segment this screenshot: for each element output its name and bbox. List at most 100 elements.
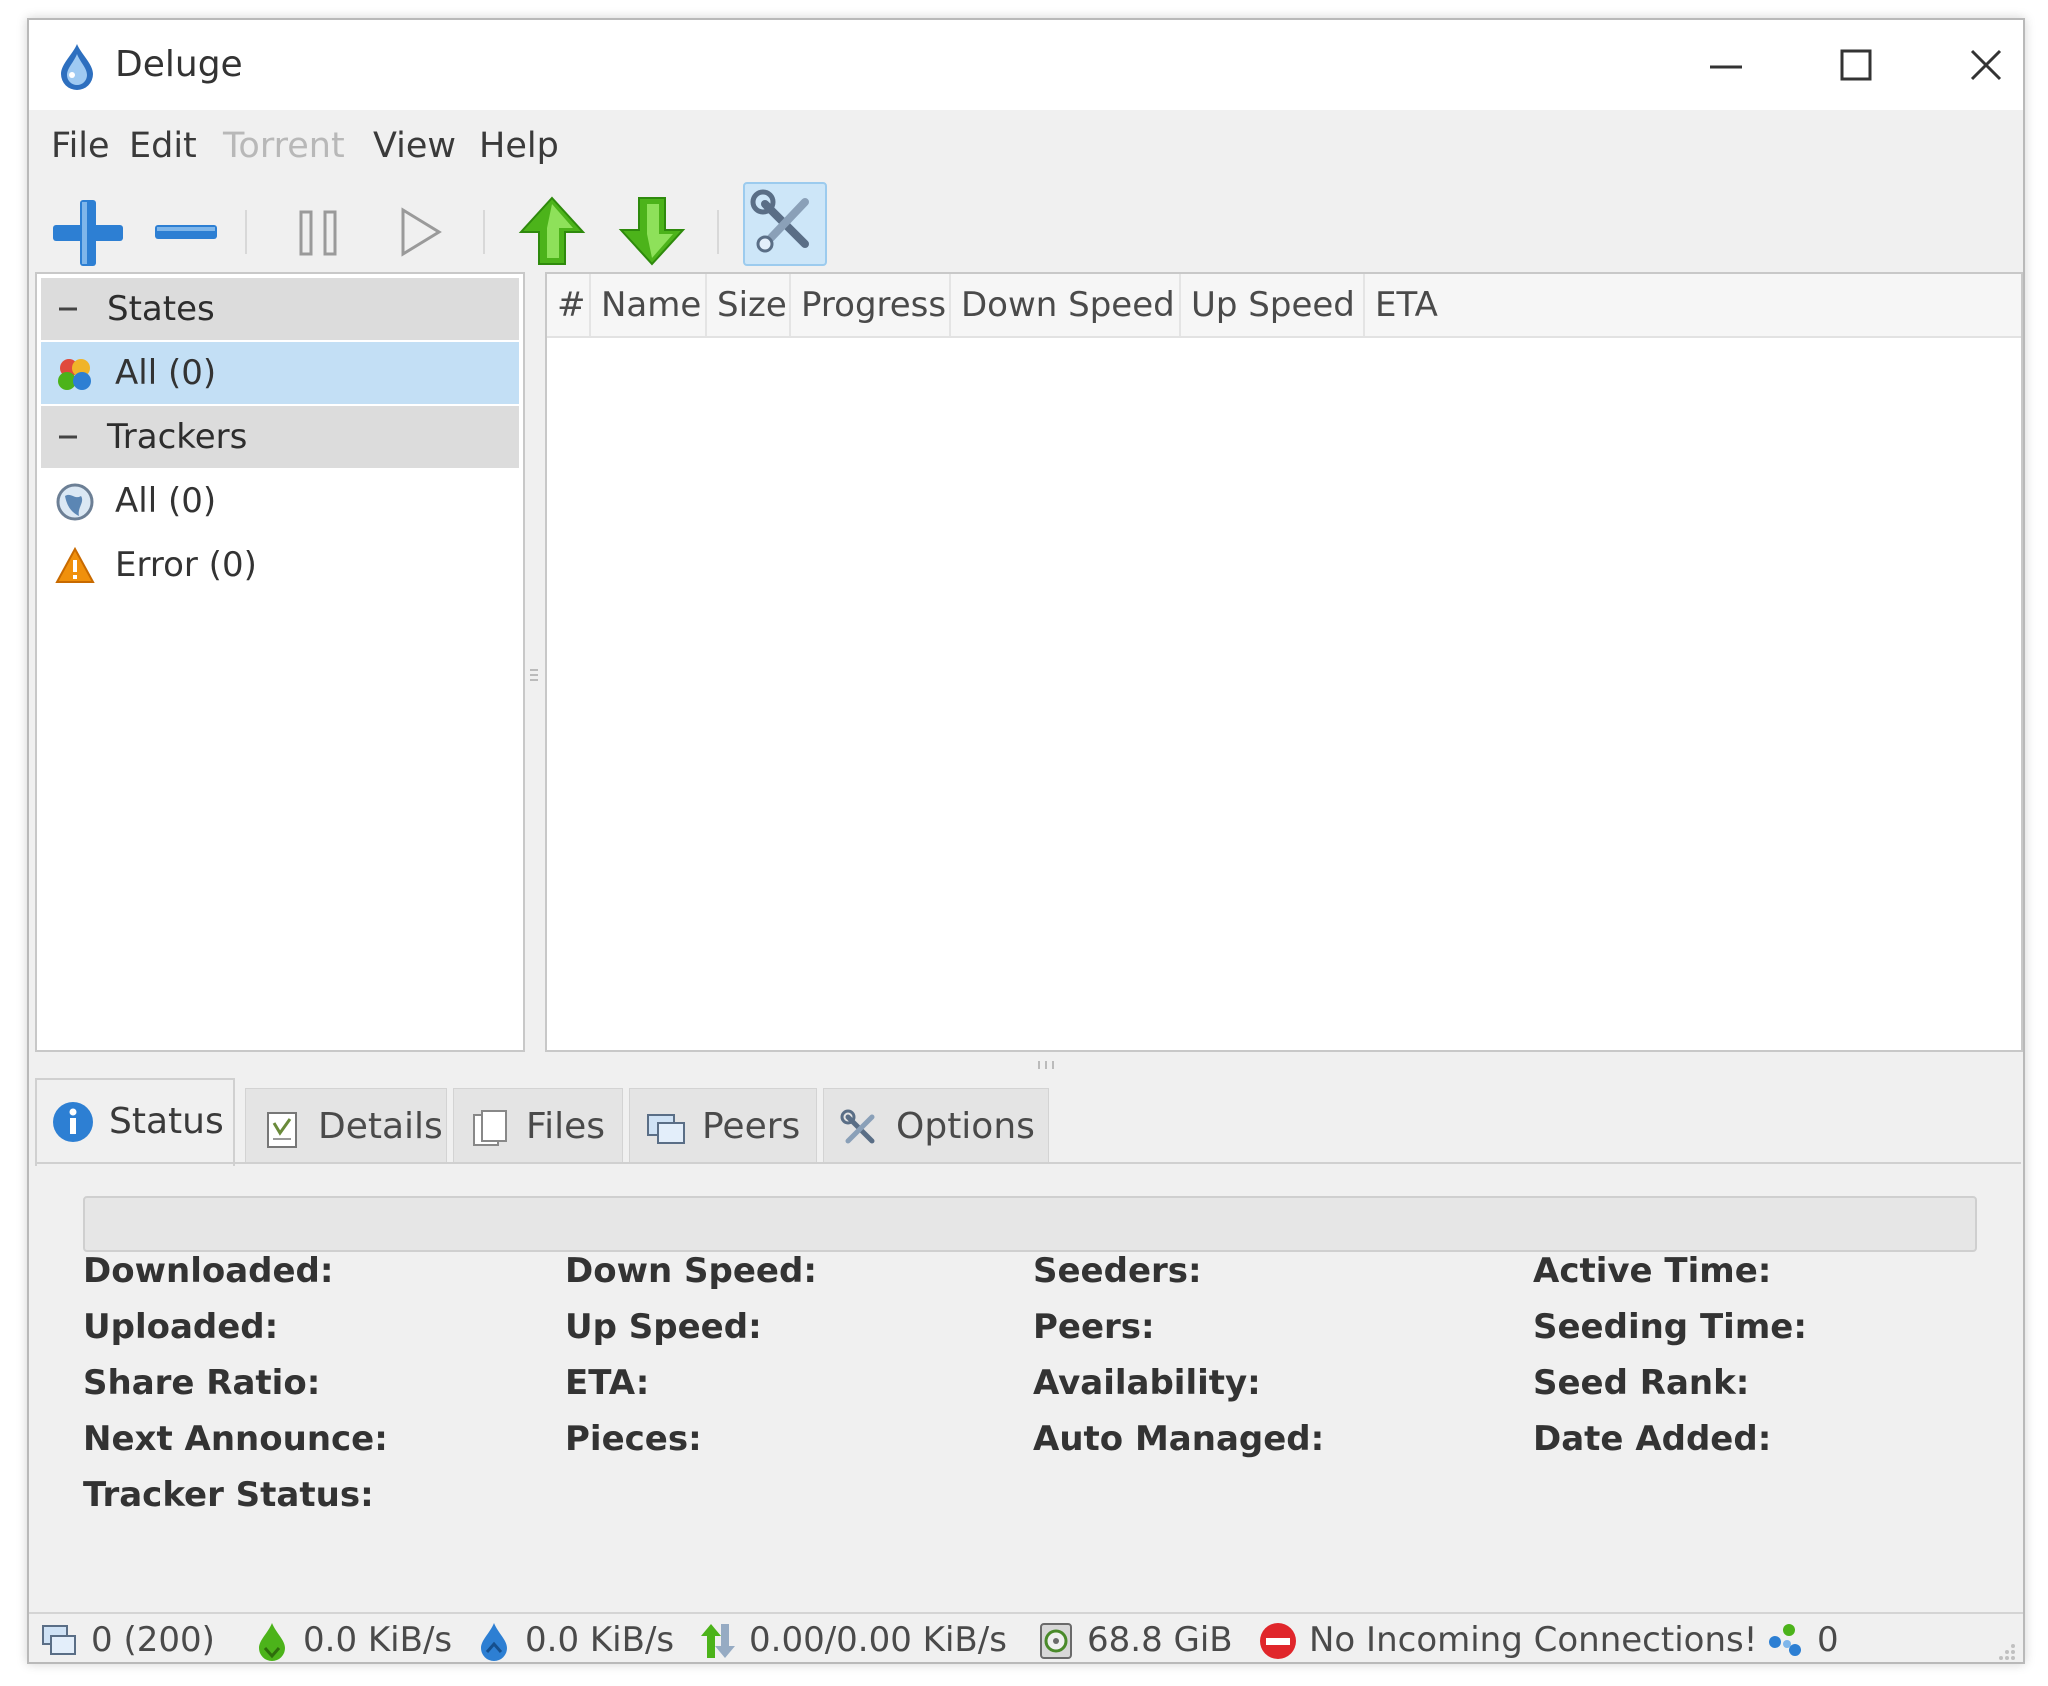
incoming-connections-text: No Incoming Connections! bbox=[1309, 1620, 1758, 1660]
tab-details[interactable]: Details bbox=[245, 1088, 447, 1164]
resize-grip-icon[interactable] bbox=[1993, 1638, 2017, 1662]
uploaded-label: Uploaded: bbox=[83, 1307, 279, 1347]
wrench-screwdriver-icon bbox=[750, 189, 809, 253]
seeding-time-label: Seeding Time: bbox=[1533, 1307, 1807, 1347]
column-header-eta[interactable]: ETA bbox=[1365, 274, 2021, 336]
collapse-icon[interactable] bbox=[53, 294, 83, 324]
add-torrent-button[interactable] bbox=[41, 186, 131, 276]
queue-down-button[interactable] bbox=[607, 186, 697, 276]
sidebar-item-label: Error (0) bbox=[115, 545, 257, 585]
filter-sidebar: States All (0) Trackers All (0) Error (0… bbox=[35, 272, 525, 1052]
deluge-window: Deluge File Edit Torrent View Help State… bbox=[27, 18, 2025, 1664]
torrent-progress-bar bbox=[83, 1196, 1977, 1252]
connections-text: 0 (200) bbox=[91, 1620, 215, 1660]
tab-peers[interactable]: Peers bbox=[629, 1088, 817, 1164]
pause-button[interactable] bbox=[273, 186, 363, 276]
collapse-icon[interactable] bbox=[53, 422, 83, 452]
upload-drop-icon bbox=[481, 1623, 507, 1661]
next-announce-label: Next Announce: bbox=[83, 1419, 388, 1459]
download-drop-icon bbox=[259, 1623, 285, 1661]
menu-bar: File Edit Torrent View Help bbox=[29, 116, 2023, 176]
pieces-label: Pieces: bbox=[565, 1419, 702, 1459]
tab-label: Files bbox=[526, 1106, 605, 1147]
tab-label: Peers bbox=[702, 1106, 801, 1147]
states-header-label: States bbox=[107, 289, 215, 329]
sidebar-item-trackers-error[interactable]: Error (0) bbox=[41, 534, 519, 596]
date-added-label: Date Added: bbox=[1533, 1419, 1772, 1459]
tab-status[interactable]: Status bbox=[35, 1078, 235, 1166]
tracker-status-label: Tracker Status: bbox=[83, 1475, 374, 1515]
downloaded-label: Downloaded: bbox=[83, 1251, 334, 1291]
upload-speed-text: 0.0 KiB/s bbox=[525, 1620, 675, 1660]
arrow-up-icon bbox=[518, 196, 586, 265]
close-icon bbox=[1970, 49, 2002, 81]
toolbar bbox=[29, 180, 2023, 280]
tab-divider bbox=[35, 1162, 2021, 1164]
menu-edit[interactable]: Edit bbox=[129, 116, 197, 176]
column-header-size[interactable]: Size bbox=[707, 274, 791, 336]
pause-icon bbox=[299, 210, 337, 256]
tab-label: Status bbox=[109, 1101, 224, 1142]
toolbar-separator bbox=[717, 210, 719, 254]
column-header-up-speed[interactable]: Up Speed bbox=[1181, 274, 1365, 336]
menu-view[interactable]: View bbox=[373, 116, 456, 176]
protocol-traffic-text: 0.00/0.00 KiB/s bbox=[749, 1620, 1007, 1660]
arrow-down-icon bbox=[618, 197, 686, 266]
active-time-label: Active Time: bbox=[1533, 1251, 1772, 1291]
queue-up-button[interactable] bbox=[507, 186, 597, 276]
tab-options[interactable]: Options bbox=[823, 1088, 1049, 1164]
details-tabs: Status Details Files Peers Options bbox=[35, 1078, 2023, 1166]
status-bar: 0 (200) 0.0 KiB/s 0.0 KiB/s 0.00/0.00 Ki… bbox=[29, 1612, 2023, 1662]
column-header-name[interactable]: Name bbox=[591, 274, 707, 336]
peers-label: Peers: bbox=[1033, 1307, 1155, 1347]
sidebar-item-states-all[interactable]: All (0) bbox=[41, 342, 519, 404]
trackers-header[interactable]: Trackers bbox=[41, 406, 519, 468]
seeders-label: Seeders: bbox=[1033, 1251, 1202, 1291]
dht-nodes-text: 0 bbox=[1817, 1620, 1839, 1660]
peers-icon bbox=[647, 1114, 685, 1144]
disk-icon bbox=[1040, 1623, 1072, 1659]
deluge-logo-icon bbox=[61, 44, 93, 90]
sidebar-item-label: All (0) bbox=[115, 353, 217, 393]
menu-torrent[interactable]: Torrent bbox=[223, 116, 345, 176]
pane-splitter-handle[interactable] bbox=[526, 660, 542, 690]
warning-icon bbox=[55, 546, 95, 583]
up-speed-label: Up Speed: bbox=[565, 1307, 762, 1347]
plus-icon bbox=[53, 200, 123, 266]
seed-rank-label: Seed Rank: bbox=[1533, 1363, 1750, 1403]
sidebar-item-trackers-all[interactable]: All (0) bbox=[41, 470, 519, 532]
column-header-number[interactable]: # bbox=[547, 274, 591, 336]
minimize-button[interactable] bbox=[1661, 20, 1791, 110]
dht-network-icon bbox=[1769, 1624, 1801, 1656]
down-speed-label: Down Speed: bbox=[565, 1251, 817, 1291]
toolbar-separator bbox=[483, 210, 485, 254]
free-space-text: 68.8 GiB bbox=[1087, 1620, 1233, 1660]
preferences-button[interactable] bbox=[743, 182, 827, 266]
minus-icon bbox=[155, 225, 217, 239]
title-bar: Deluge bbox=[29, 20, 2023, 110]
trackers-header-label: Trackers bbox=[107, 417, 248, 457]
close-button[interactable] bbox=[1921, 20, 2023, 110]
maximize-icon bbox=[1840, 49, 1872, 81]
resume-button[interactable] bbox=[373, 186, 463, 276]
globe-icon bbox=[56, 483, 94, 521]
torrent-list[interactable]: # Name Size Progress Down Speed Up Speed… bbox=[545, 272, 2023, 1052]
maximize-button[interactable] bbox=[1791, 20, 1921, 110]
pane-splitter-handle[interactable] bbox=[1029, 1058, 1063, 1072]
minimize-icon bbox=[1710, 65, 1742, 69]
tab-files[interactable]: Files bbox=[453, 1088, 623, 1164]
connections-icon bbox=[42, 1625, 76, 1655]
download-speed-text: 0.0 KiB/s bbox=[303, 1620, 453, 1660]
menu-file[interactable]: File bbox=[51, 116, 110, 176]
files-icon bbox=[473, 1110, 507, 1146]
remove-torrent-button[interactable] bbox=[141, 186, 231, 276]
eta-label: ETA: bbox=[565, 1363, 650, 1403]
all-states-icon bbox=[58, 359, 91, 390]
column-header-down-speed[interactable]: Down Speed bbox=[951, 274, 1181, 336]
toolbar-separator bbox=[245, 210, 247, 254]
column-header-progress[interactable]: Progress bbox=[791, 274, 951, 336]
states-header[interactable]: States bbox=[41, 278, 519, 340]
info-icon bbox=[53, 1102, 93, 1142]
menu-help[interactable]: Help bbox=[479, 116, 559, 176]
auto-managed-label: Auto Managed: bbox=[1033, 1419, 1325, 1459]
